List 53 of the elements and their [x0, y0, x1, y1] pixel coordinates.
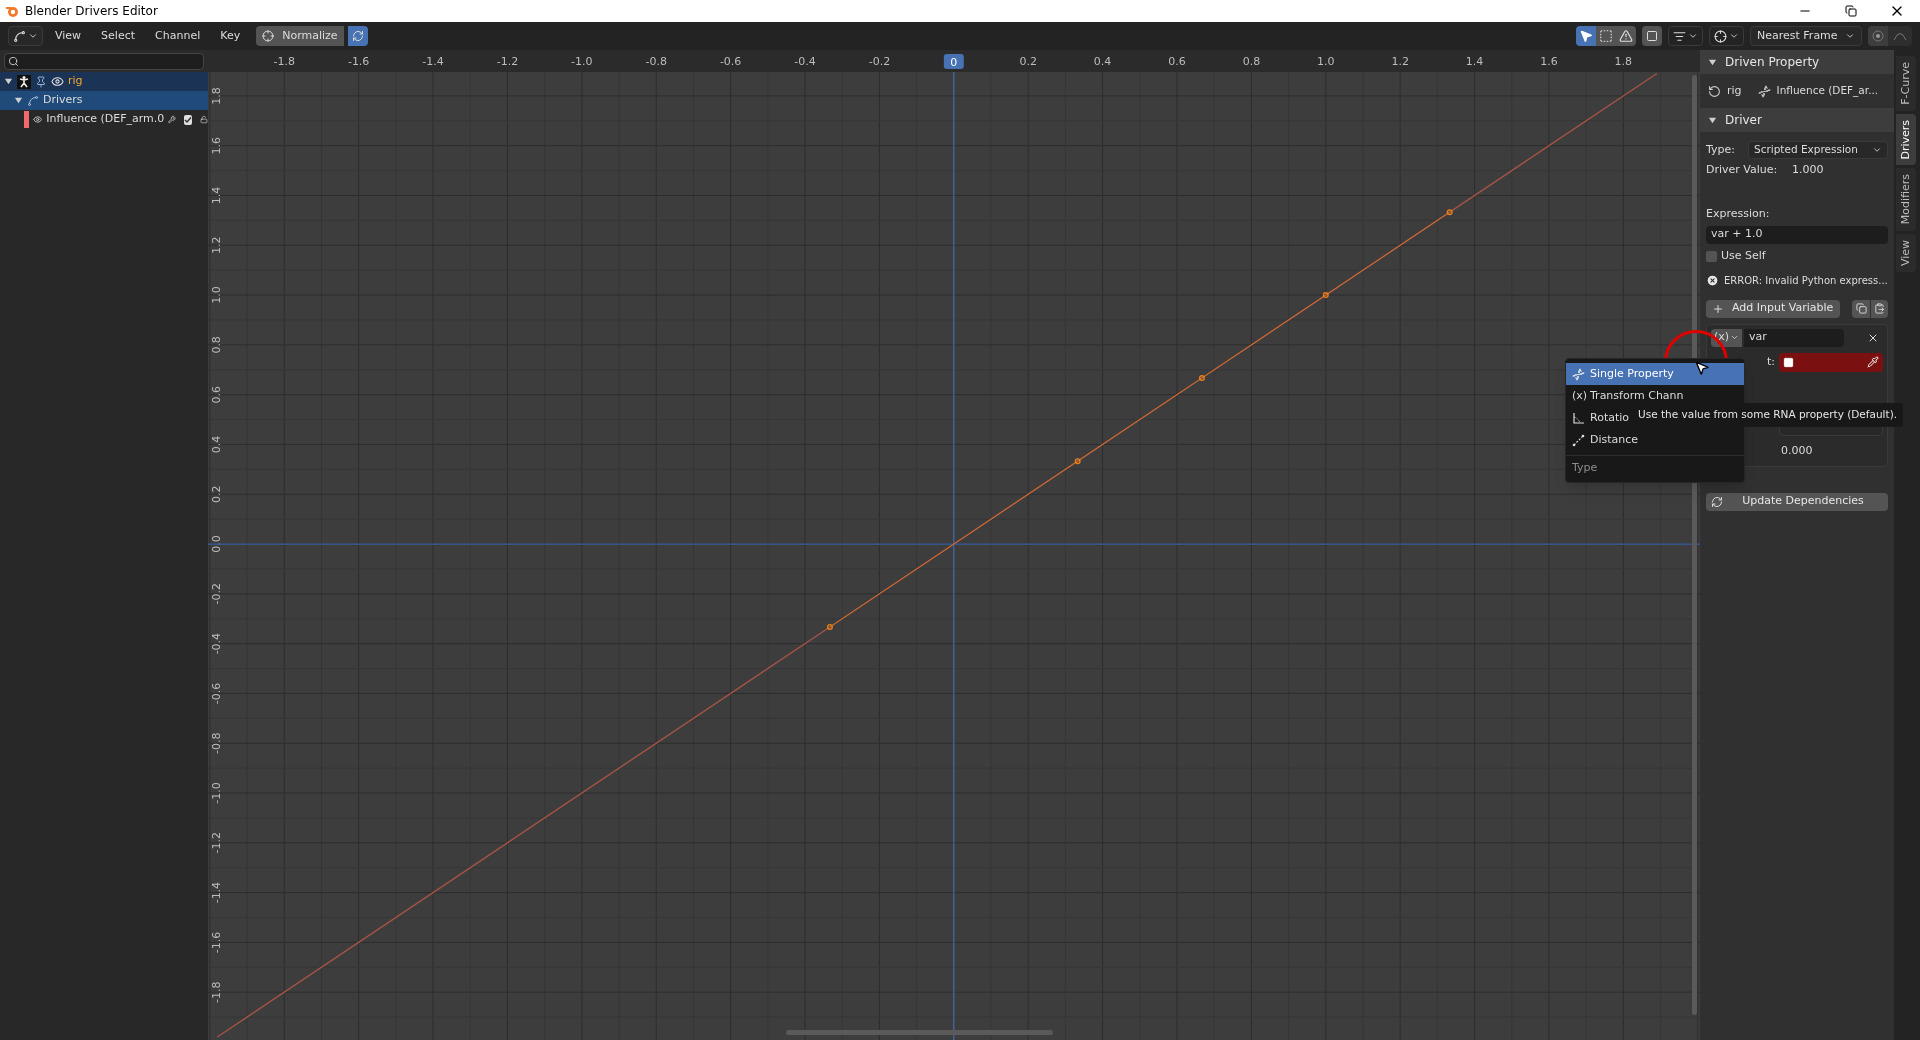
y-tick-label: -1.8: [210, 981, 223, 1003]
x-tick-label: -0.8: [645, 55, 667, 68]
y-tick-label: 0.8: [210, 336, 223, 354]
variable-value: 0.000: [1781, 443, 1813, 460]
y-tick-label: -1.6: [210, 931, 223, 954]
window-title: Blender Drivers Editor: [25, 3, 158, 20]
expression-label: Expression:: [1706, 206, 1771, 222]
use-self-label: Use Self: [1721, 248, 1766, 265]
x-tick-label: 1.0: [1317, 55, 1335, 68]
y-tick-label: 1.6: [210, 136, 223, 155]
type-label: Type:: [1706, 141, 1735, 158]
x-tick-label: 1.2: [1391, 55, 1409, 68]
channel-label: Drivers: [43, 92, 83, 109]
y-tick-label: 0.6: [210, 385, 223, 404]
x-tick-label: 1.6: [1540, 55, 1558, 68]
y-tick-label: -0.2: [210, 583, 223, 605]
menu-title: Type: [1571, 460, 1599, 476]
y-tick-label: 0.0: [210, 535, 223, 553]
y-tick-label: -0.4: [210, 632, 223, 655]
x-tick-label: -0.6: [719, 55, 742, 68]
y-tick-label: -1.0: [210, 782, 223, 804]
y-tick-label: 1.8: [210, 87, 223, 105]
y-tick-label: 1.2: [210, 236, 223, 255]
driver-value: 1.000: [1792, 161, 1824, 178]
x-tick-label: -1.6: [347, 55, 370, 68]
x-tick-label: -1.8: [273, 55, 295, 68]
y-tick-label: 0.2: [210, 485, 223, 503]
x-tick-label: 1.8: [1614, 55, 1633, 68]
x-tick-label: 1.4: [1465, 55, 1484, 68]
x-tick-label: -1.2: [496, 55, 519, 68]
object-label: t:: [1766, 353, 1775, 370]
error-message: ERROR: Invalid Python express...: [1724, 274, 1888, 288]
x-tick-label: 0.6: [1168, 55, 1186, 68]
object-name: rig: [1727, 82, 1742, 99]
y-tick-label: -1.4: [210, 881, 223, 904]
x-tick-label: 0.4: [1093, 55, 1112, 68]
channel-label: rig: [68, 73, 83, 90]
y-tick-label: -0.6: [210, 682, 223, 705]
y-tick-label: -1.2: [210, 832, 223, 854]
y-tick-label: 0.4: [210, 435, 223, 454]
x-tick-label: -1.4: [422, 55, 444, 68]
y-tick-label: -0.8: [210, 732, 223, 754]
x-tick-label: -0.2: [868, 55, 891, 68]
x-tick-label: 0.2: [1019, 55, 1037, 68]
driver-value-label: Driver Value:: [1706, 161, 1779, 178]
variable-symbol: (x): [1572, 387, 1585, 404]
x-tick-label: -0.4: [794, 55, 816, 68]
property-name: Influence (DEF_ar...: [1776, 83, 1879, 99]
x-tick-label: 0.8: [1242, 55, 1261, 68]
y-tick-label: 1.0: [210, 286, 223, 304]
y-tick-label: 1.4: [210, 186, 223, 205]
x-tick-label: -1.0: [571, 55, 593, 68]
channel-label: Influence (DEF_arm.0: [46, 111, 165, 128]
